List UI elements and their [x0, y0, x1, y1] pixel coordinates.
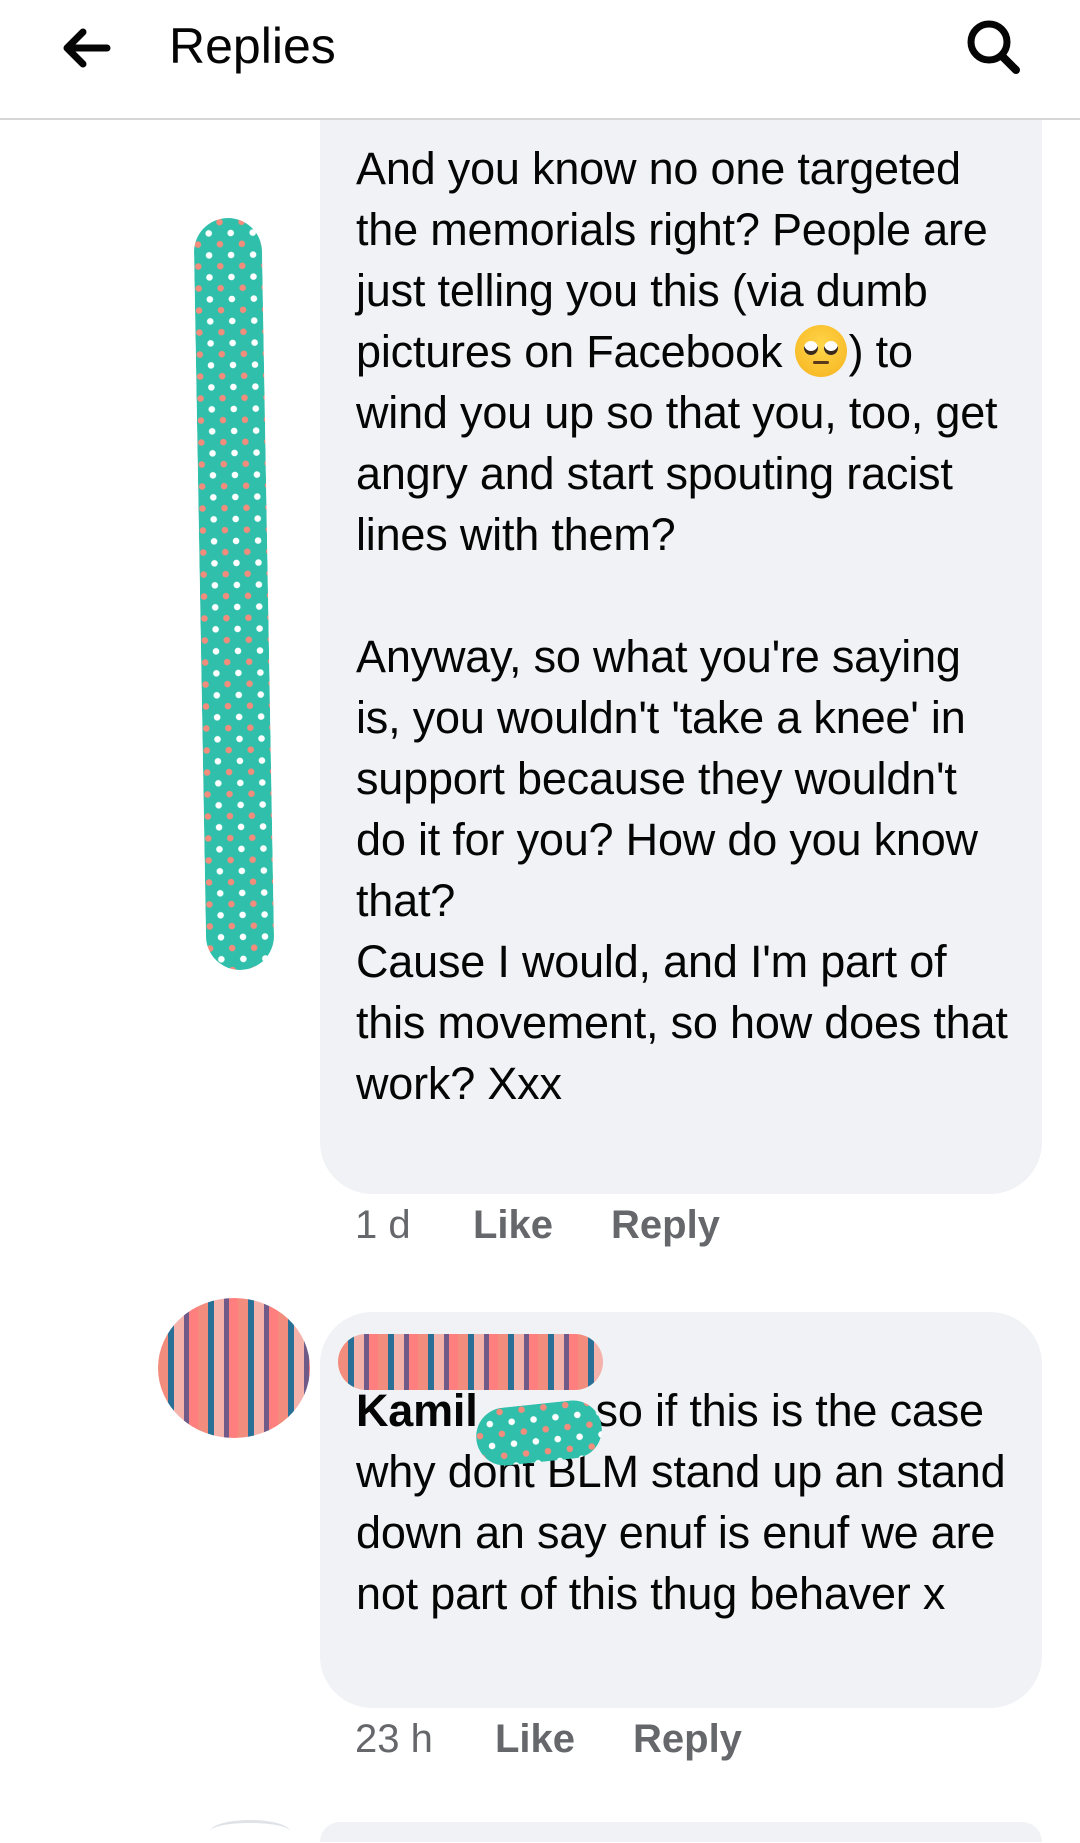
back-arrow-icon[interactable]: [55, 18, 115, 78]
comment-bubble: the statues were mostly white. And you k…: [320, 60, 1042, 1194]
comment-author[interactable]: Kamil: [356, 1385, 478, 1436]
search-icon[interactable]: [960, 14, 1028, 82]
comment-text: And you know no one targeted the memoria…: [356, 138, 1016, 1114]
comment-timestamp: 23 h: [355, 1717, 433, 1761]
reply-button[interactable]: Reply: [633, 1714, 742, 1764]
eye-roll-emoji-icon: [794, 325, 847, 377]
next-comment-bubble-partial: [320, 1822, 1042, 1842]
comment-text-part: ) to wind you up so that you, too, get a…: [356, 326, 1008, 1109]
comment-text: Kamil so if this is the case why dont BLM…: [356, 1380, 1016, 1624]
top-bar: Replies: [0, 0, 1080, 120]
comment-timestamp: 1 d: [355, 1203, 411, 1247]
like-button[interactable]: Like: [473, 1200, 553, 1250]
avatar[interactable]: [158, 1298, 310, 1438]
like-button[interactable]: Like: [495, 1714, 575, 1764]
redaction-scribble: [338, 1334, 603, 1390]
reply-button[interactable]: Reply: [611, 1200, 720, 1250]
redaction-scribble: [193, 217, 275, 971]
next-avatar-partial: [210, 1820, 290, 1843]
page-title: Replies: [169, 18, 336, 74]
